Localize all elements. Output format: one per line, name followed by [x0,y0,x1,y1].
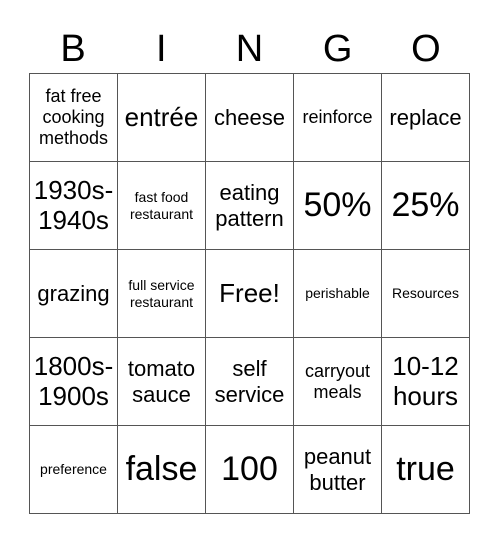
cell-text: entrée [124,101,199,132]
bingo-cell[interactable]: 50% [294,162,382,250]
bingo-cell[interactable]: fast food restaurant [118,162,206,250]
bingo-cell[interactable]: eating pattern [206,162,294,250]
bingo-cell[interactable]: grazing [30,250,118,338]
cell-text: fast food restaurant [129,189,194,222]
cell-text: 1930s-1940s [33,174,114,235]
header-letter-g: G [322,28,353,70]
bingo-cell[interactable]: 100 [206,426,294,514]
bingo-cell[interactable]: preference [30,426,118,514]
header-letter-i: I [156,28,167,70]
cell-text: eating pattern [215,180,284,231]
bingo-cell[interactable]: 25% [382,162,470,250]
bingo-cell[interactable]: false [118,426,206,514]
cell-text: peanut butter [303,444,372,495]
cell-text: 25% [391,185,460,224]
bingo-cell[interactable]: true [382,426,470,514]
cell-text: self service [214,356,285,407]
bingo-cell[interactable]: reinforce [294,74,382,162]
cell-text: carryout meals [304,360,371,402]
cell-text: tomato sauce [127,356,196,407]
bingo-cell[interactable]: perishable [294,250,382,338]
cell-text: 50% [303,185,372,224]
cell-text: false [125,449,198,488]
cell-text: fat free cooking methods [38,86,109,148]
bingo-cell[interactable]: self service [206,338,294,426]
cell-text: replace [389,104,462,130]
header-letter-b: B [60,28,86,70]
bingo-header: B I N G O [29,26,470,72]
bingo-cell[interactable]: entrée [118,74,206,162]
bingo-cell[interactable]: cheese [206,74,294,162]
bingo-cell[interactable]: 10-12 hours [382,338,470,426]
header-letter-o: O [411,28,441,70]
bingo-cell[interactable]: fat free cooking methods [30,74,118,162]
bingo-cell[interactable]: 1800s-1900s [30,338,118,426]
bingo-cell[interactable]: carryout meals [294,338,382,426]
cell-text: 100 [221,449,278,488]
cell-text: Free! [219,277,280,308]
cell-text: grazing [37,280,110,306]
cell-text: reinforce [302,107,373,128]
cell-text: preference [40,461,107,478]
cell-text: perishable [305,285,370,302]
cell-text: 1800s-1900s [33,350,114,411]
header-letter-n: N [235,28,264,70]
cell-text: 10-12 hours [392,350,459,411]
bingo-cell[interactable]: tomato sauce [118,338,206,426]
cell-text: full service restaurant [128,277,195,310]
bingo-cell[interactable]: replace [382,74,470,162]
bingo-cell[interactable]: 1930s-1940s [30,162,118,250]
bingo-cell[interactable]: Resources [382,250,470,338]
bingo-grid: fat free cooking methods entrée cheese rein… [29,73,470,514]
cell-text: Resources [392,285,459,302]
bingo-cell[interactable]: peanut butter [294,426,382,514]
free-space-cell[interactable]: Free! [206,250,294,338]
bingo-cell[interactable]: full service restaurant [118,250,206,338]
cell-text: true [396,449,455,488]
cell-text: cheese [214,104,285,130]
